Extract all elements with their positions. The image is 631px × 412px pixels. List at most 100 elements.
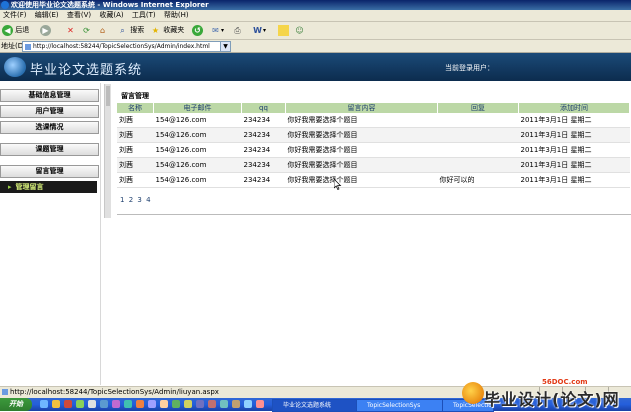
quicklaunch-app-icon[interactable] [184,400,192,408]
site-logo-icon [4,57,26,77]
search-button[interactable]: ⌕ 搜索 [117,24,144,37]
page-icon [25,43,31,50]
table-header-row: 名称 电子邮件 qq 留言内容 回复 添加时间 [117,103,630,113]
menu-file[interactable]: 文件(F) [3,11,27,19]
menu-view[interactable]: 查看(V) [67,11,91,19]
quicklaunch-app-icon[interactable] [160,400,168,408]
quicklaunch-app-icon[interactable] [148,400,156,408]
quicklaunch-ie-icon[interactable] [40,400,48,408]
watermark-url: 56DOC.com [542,378,588,386]
left-nav: 基础信息管理 用户管理 选课情况 课题管理 留言管理 ▸ 管理留言 [0,83,101,385]
menu-favorites[interactable]: 收藏(A) [99,11,123,19]
table-row[interactable]: 刘茜 154@126.com 234234 你好我需要选择个题目 2011年3月… [117,113,630,128]
scrollbar-thumb[interactable] [106,86,110,106]
page-link-2[interactable]: 2 [129,196,133,204]
quicklaunch-app-icon[interactable] [172,400,180,408]
task-button-project[interactable]: TopicSelectionSys [356,399,448,412]
nav-basic-info[interactable]: 基础信息管理 [0,89,99,102]
table-row[interactable]: 刘茜 154@126.com 234234 你好我需要选择个题目 2011年3月… [117,127,630,143]
col-reply: 回复 [437,103,519,113]
quicklaunch-app-icon[interactable] [88,400,96,408]
menu-tools[interactable]: 工具(T) [132,11,156,19]
cell-time: 2011年3月1日 星期二 [518,157,630,173]
messenger-button[interactable]: ☺ [294,24,305,37]
quicklaunch-app-icon[interactable] [136,400,144,408]
home-icon: ⌂ [99,25,106,35]
task-button-browser[interactable]: 毕业论文选题系统 [272,399,362,412]
address-dropdown-button[interactable]: ▼ [220,41,231,52]
back-button[interactable]: ◀ 后退 [2,24,29,37]
watermark-text: 毕业设计(论文)网 [484,390,620,409]
cell-email: 154@126.com [153,142,242,158]
quicklaunch-app-icon[interactable] [76,400,84,408]
cell-content: 你好我需要选择个题目 [285,172,438,188]
nav-topic-management[interactable]: 课题管理 [0,143,99,156]
cell-time: 2011年3月1日 星期二 [518,172,630,188]
nav-course-selection[interactable]: 选课情况 [0,121,99,134]
cell-reply [437,157,519,173]
col-added-time: 添加时间 [518,103,630,113]
cell-name: 刘茜 [117,172,154,188]
menu-edit[interactable]: 编辑(E) [35,11,59,19]
nav-sub-manage-messages[interactable]: ▸ 管理留言 [0,181,97,193]
cell-qq: 234234 [241,172,286,188]
start-button[interactable]: 开始 [0,398,32,411]
quicklaunch-app-icon[interactable] [112,400,120,408]
nav-sub-label: 管理留言 [15,183,44,191]
mail-icon: ✉ [212,25,219,35]
content-divider [117,214,631,215]
quicklaunch-app-icon[interactable] [124,400,132,408]
forward-button[interactable]: ▶ [40,24,51,37]
bullet-arrow-icon: ▸ [8,183,12,191]
page-link-3[interactable]: 3 [137,196,141,204]
search-icon: ⌕ [120,25,125,35]
discuss-button[interactable] [278,24,289,37]
menu-help[interactable]: 帮助(H) [164,11,189,19]
cell-name: 刘茜 [117,142,154,158]
cell-content: 你好我需要选择个题目 [285,113,438,128]
mouse-cursor-icon [334,179,342,190]
table-row[interactable]: 刘茜 154@126.com 234234 你好我需要选择个题目 你好可以的 2… [117,172,630,188]
site-name: 毕业论文选题系统 [30,63,143,78]
edit-button[interactable]: W▾ [252,24,266,37]
menu-bar: 文件(F) 编辑(E) 查看(V) 收藏(A) 工具(T) 帮助(H) [0,10,631,22]
chevron-down-icon: ▼ [223,43,228,50]
address-input[interactable]: http://localhost:58244/TopicSelectionSys… [22,41,222,52]
quicklaunch-app-icon[interactable] [244,400,252,408]
cell-email: 154@126.com [153,157,242,173]
browser-toolbar: ◀ 后退 ▶ ✕ ⟳ ⌂ ⌕ 搜索 ★ 收藏夹 ↺ ✉ ▾ ⎙ W▾ ☺ [0,22,631,40]
favorites-button[interactable]: ★ 收藏夹 [150,24,184,37]
mail-button[interactable]: ✉ ▾ [210,24,224,37]
refresh-button[interactable]: ⟳ [81,24,92,37]
cell-time: 2011年3月1日 星期二 [518,142,630,158]
cell-reply [437,142,519,158]
page-link-1[interactable]: 1 [120,196,124,204]
quicklaunch-app-icon[interactable] [256,400,264,408]
table-row[interactable]: 刘茜 154@126.com 234234 你好我需要选择个题目 2011年3月… [117,142,630,158]
cell-qq: 234234 [241,142,286,158]
quicklaunch-folder-icon[interactable] [52,400,60,408]
cell-reply [437,127,519,143]
nav-user-management[interactable]: 用户管理 [0,105,99,118]
page-link-4[interactable]: 4 [146,196,150,204]
frame-scrollbar[interactable] [104,84,111,218]
table-row[interactable]: 刘茜 154@126.com 234234 你好我需要选择个题目 2011年3月… [117,157,630,173]
star-icon: ★ [151,25,160,35]
folder-icon [278,24,289,36]
stop-button[interactable]: ✕ [65,24,76,37]
cell-email: 154@126.com [153,127,242,143]
quicklaunch-app-icon[interactable] [196,400,204,408]
print-button[interactable]: ⎙ [232,24,243,37]
quicklaunch-app-icon[interactable] [232,400,240,408]
history-button[interactable]: ↺ [192,24,203,37]
quicklaunch-app-icon[interactable] [100,400,108,408]
refresh-icon: ⟳ [83,25,90,35]
quicklaunch-app-icon[interactable] [64,400,72,408]
forward-arrow-icon: ▶ [40,24,51,36]
quicklaunch-app-icon[interactable] [220,400,228,408]
quicklaunch-app-icon[interactable] [208,400,216,408]
cell-name: 刘茜 [117,127,154,143]
cell-time: 2011年3月1日 星期二 [518,127,630,143]
home-button[interactable]: ⌂ [97,24,108,37]
nav-message-management[interactable]: 留言管理 [0,165,99,178]
